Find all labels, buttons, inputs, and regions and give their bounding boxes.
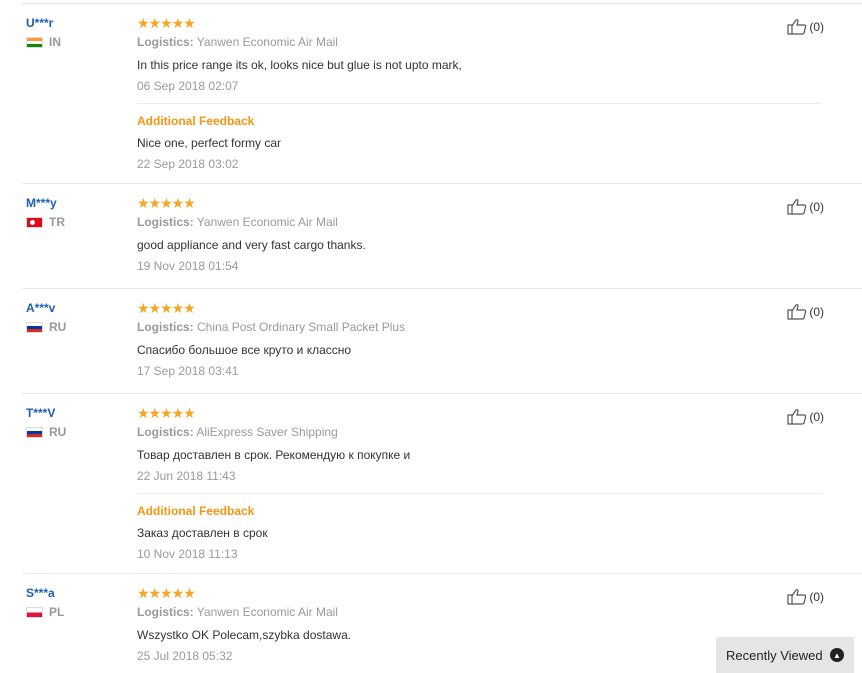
reviewer-name[interactable]: S***a [26,586,64,600]
star-rating: ★★★★★ [137,585,196,601]
review-text: In this price range its ok, looks nice b… [137,58,462,72]
star-rating: ★★★★★ [137,300,196,316]
review-date: 19 Nov 2018 01:54 [137,259,239,273]
helpful-button[interactable]: (0) [787,408,824,425]
helpful-count: (0) [809,409,824,424]
logistics-value: AliExpress Saver Shipping [196,425,338,439]
reviewer-name[interactable]: U***r [26,16,61,30]
reviewer-country: RU [26,320,66,334]
review-text: Товар доставлен в срок. Рекомендую к пок… [137,448,411,462]
country-code: PL [49,605,65,619]
recently-viewed-button[interactable]: Recently Viewed ▲ [716,637,854,673]
logistics-label: Logistics: [137,215,194,229]
recently-viewed-label: Recently Viewed [726,647,823,663]
review-item: M***y TR ★★★★★ Logistics: Yanwen Economi… [22,184,862,289]
flag-icon [26,216,43,228]
thumbs-up-icon [787,304,807,320]
reviewer-country: PL [26,605,64,619]
additional-feedback-title: Additional Feedback [137,504,255,518]
logistics-label: Logistics: [137,35,194,49]
review-body: ★★★★★ Logistics: Yanwen Economic Air Mai… [137,196,822,273]
country-code: RU [49,320,67,334]
logistics-info: Logistics: Yanwen Economic Air Mail [137,35,822,50]
review-text: Спасибо большое все круто и классно [137,343,352,357]
helpful-count: (0) [809,304,824,319]
reviewer-info: S***a PL [26,586,64,619]
logistics-value: China Post Ordinary Small Packet Plus [197,320,406,334]
reviewer-country: TR [26,215,65,229]
thumbs-up-icon [787,19,807,35]
review-date: 22 Jun 2018 11:43 [137,469,236,483]
reviewer-info: A***v RU [26,301,66,334]
flag-icon [26,321,43,333]
country-code: IN [49,35,61,49]
flag-icon [26,606,43,618]
logistics-label: Logistics: [137,425,194,439]
review-body: ★★★★★ Logistics: Yanwen Economic Air Mai… [137,16,822,171]
reviewer-country: RU [26,425,66,439]
thumbs-up-icon [787,409,807,425]
reviewer-info: M***y TR [26,196,65,229]
logistics-label: Logistics: [137,605,194,619]
feedback-divider [137,493,822,494]
logistics-info: Logistics: AliExpress Saver Shipping [137,425,822,440]
review-body: ★★★★★ Logistics: China Post Ordinary Sma… [137,301,822,378]
logistics-value: Yanwen Economic Air Mail [196,35,338,49]
review-body: ★★★★★ Logistics: AliExpress Saver Shippi… [137,406,822,561]
helpful-button[interactable]: (0) [787,588,824,605]
helpful-count: (0) [809,19,824,34]
feedback-divider [137,103,822,104]
logistics-value: Yanwen Economic Air Mail [196,215,338,229]
additional-feedback-text: Nice one, perfect formy car [137,136,282,150]
additional-feedback-title: Additional Feedback [137,114,255,128]
star-rating: ★★★★★ [137,405,196,421]
reviewer-info: T***V RU [26,406,66,439]
chevron-up-icon: ▲ [830,648,844,662]
review-item: T***V RU ★★★★★ Logistics: AliExpress Sav… [22,394,862,574]
helpful-button[interactable]: (0) [787,198,824,215]
reviewer-name[interactable]: A***v [26,301,66,315]
logistics-value: Yanwen Economic Air Mail [196,605,338,619]
logistics-info: Logistics: Yanwen Economic Air Mail [137,605,822,620]
thumbs-up-icon [787,199,807,215]
flag-icon [26,36,43,48]
review-date: 17 Sep 2018 03:41 [137,364,239,378]
review-date: 06 Sep 2018 02:07 [137,79,239,93]
review-item: U***r IN ★★★★★ Logistics: Yanwen Economi… [22,4,862,184]
helpful-button[interactable]: (0) [787,303,824,320]
reviewer-name[interactable]: M***y [26,196,65,210]
helpful-count: (0) [809,589,824,604]
logistics-label: Logistics: [137,320,194,334]
logistics-info: Logistics: China Post Ordinary Small Pac… [137,320,822,335]
reviewer-info: U***r IN [26,16,61,49]
helpful-count: (0) [809,199,824,214]
star-rating: ★★★★★ [137,195,196,211]
additional-feedback-text: Заказ доставлен в срок [137,526,268,540]
reviewer-country: IN [26,35,61,49]
star-rating: ★★★★★ [137,15,196,31]
thumbs-up-icon [787,589,807,605]
flag-icon [26,426,43,438]
country-code: TR [49,215,65,229]
additional-feedback-date: 10 Nov 2018 11:13 [137,547,238,561]
logistics-info: Logistics: Yanwen Economic Air Mail [137,215,822,230]
additional-feedback-date: 22 Sep 2018 03:02 [137,157,239,171]
reviewer-name[interactable]: T***V [26,406,66,420]
country-code: RU [49,425,67,439]
review-text: good appliance and very fast cargo thank… [137,238,366,252]
review-item: A***v RU ★★★★★ Logistics: China Post Ord… [22,289,862,394]
helpful-button[interactable]: (0) [787,18,824,35]
